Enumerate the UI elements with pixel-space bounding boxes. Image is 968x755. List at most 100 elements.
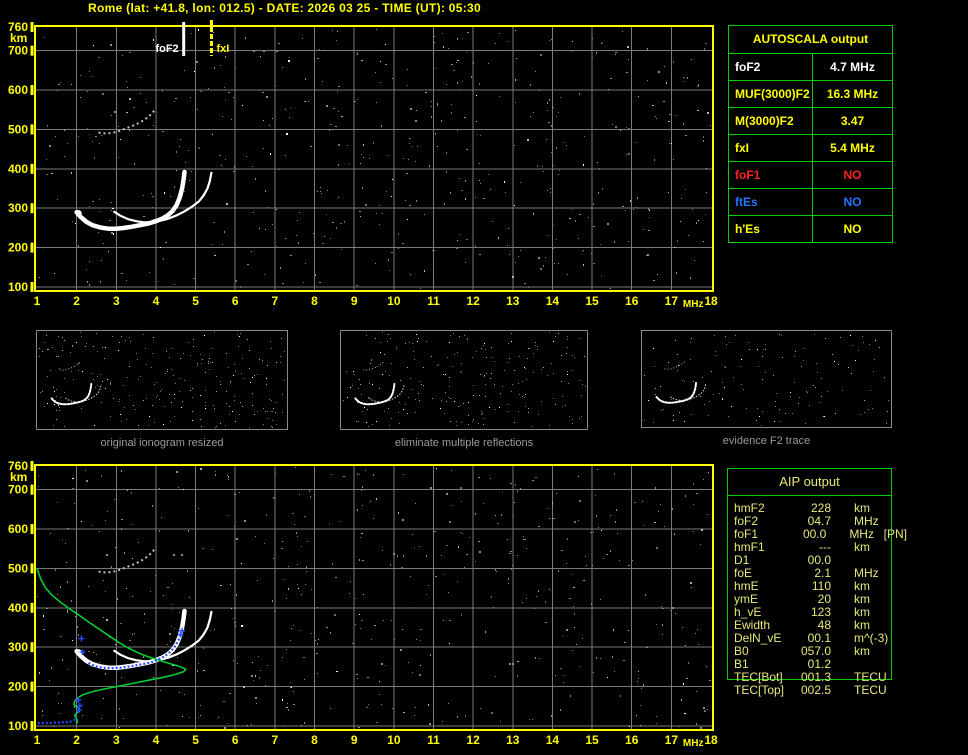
x-tick-label: 10	[387, 294, 401, 308]
autoscala-app-window: Rome (lat: +41.8, lon: 012.5) - DATE: 20…	[0, 0, 968, 755]
thumbnail-original-ionogram: original ionogram resized	[36, 330, 288, 449]
y-tick-label: 700	[8, 44, 28, 58]
parameter-label: MUF(3000)F2	[735, 87, 810, 101]
x-axis-unit-label: MHz	[683, 738, 704, 749]
y-tick-label: 100	[8, 719, 28, 733]
autoscala-row-fof1: foF1 NO	[729, 162, 892, 189]
x-axis-unit-label: MHz	[683, 299, 704, 310]
y-tick-label: 700	[8, 483, 28, 497]
thumbnail-caption: original ionogram resized	[100, 437, 224, 449]
y-tick-label: 500	[8, 122, 28, 136]
x-tick-label: 1	[34, 294, 41, 308]
x-tick-label: 3	[113, 294, 120, 308]
thumbnail-evidence-f2: evidence F2 trace	[641, 330, 892, 447]
autoscala-row-fxi: fxI 5.4 MHz	[729, 135, 892, 162]
x-tick-label: 18	[704, 733, 718, 747]
aip-unit: km	[854, 644, 870, 658]
plot-border	[34, 464, 714, 731]
parameter-label: fxI	[735, 141, 750, 155]
axis-labels: 760700600500400300200100km1 2 3 4 5 6 7 8 9 10 11 1…	[8, 459, 718, 749]
x-tick-label: 13	[506, 733, 520, 747]
x-tick-label: 14	[546, 294, 560, 308]
x-tick-label: 13	[506, 294, 520, 308]
autoscala-row-fof2: foF2 4.7 MHz	[729, 54, 892, 81]
plot-border	[34, 25, 714, 292]
parameter-value: 3.47	[812, 108, 892, 134]
axis-labels: 760700600500400300200100km1 2 3 4 5 6 7 8 9 10 11 1…	[8, 20, 718, 310]
x-tick-label: 12	[466, 733, 480, 747]
autoscala-row-hes: h'Es NO	[729, 216, 892, 242]
x-tick-label: 8	[311, 733, 318, 747]
x-tick-label: 15	[585, 294, 599, 308]
x-tick-label: 10	[387, 733, 401, 747]
thumbnail-caption: evidence F2 trace	[722, 435, 811, 447]
autoscala-row-m3000f2: M(3000)F2 3.47	[729, 108, 892, 135]
autoscala-table-rows: foF2 4.7 MHz MUF(3000)F2 16.3 MHz M(3000)F2 3…	[729, 54, 892, 242]
foF2-marker-label: foF2	[155, 43, 178, 55]
parameter-value: NO	[812, 189, 892, 215]
x-tick-label: 7	[272, 733, 279, 747]
x-tick-label: 16	[625, 733, 639, 747]
x-tick-label: 1	[34, 733, 41, 747]
y-tick-label: 200	[8, 680, 28, 694]
autoscala-output-table: AUTOSCALA output foF2 4.7 MHz MUF(3000)F2 1…	[728, 25, 893, 243]
thumbnail-eliminate-reflections: eliminate multiple reflections	[340, 330, 588, 449]
ionogram-top-plot: 760700600500400300200100km1 2 3 4 5 6 7 8 9 10 11 1…	[8, 20, 718, 310]
y-tick-label: 500	[8, 561, 28, 575]
x-tick-label: 16	[625, 294, 639, 308]
x-tick-label: 9	[351, 733, 358, 747]
aip-value: 002.5	[800, 683, 831, 697]
autoscala-row-ftes: ftEs NO	[729, 189, 892, 216]
x-tick-label: 17	[665, 733, 679, 747]
x-tick-label: 5	[192, 294, 199, 308]
thumbnail-border	[36, 330, 288, 430]
parameter-value: 4.7 MHz	[812, 54, 892, 80]
parameter-label: foF1	[735, 168, 761, 182]
parameter-label: h'Es	[735, 222, 760, 236]
y-tick-label: 600	[8, 83, 28, 97]
x-tick-label: 17	[665, 294, 679, 308]
plot-grid	[36, 466, 712, 729]
y-tick-label: 100	[8, 280, 28, 294]
aip-row-tectop: TEC[Top] 002.5 TECU	[727, 684, 907, 697]
parameter-label: M(3000)F2	[735, 114, 794, 128]
parameter-label: foF2	[735, 60, 761, 74]
aip-table-title: AIP output	[728, 469, 891, 496]
x-tick-label: 4	[153, 733, 160, 747]
ionogram-bottom-plot: 760700600500400300200100km1 2 3 4 5 6 7 8 9 10 11 1…	[8, 459, 718, 749]
thumbnail-evidence-f2-image	[641, 330, 892, 428]
plot-grid	[36, 27, 712, 290]
y-tick-label: 300	[8, 201, 28, 215]
y-tick-label: 600	[8, 522, 28, 536]
parameter-value: 5.4 MHz	[812, 135, 892, 161]
restored-trace-blue	[37, 627, 186, 725]
aip-unit: km	[854, 540, 870, 554]
x-tick-label: 6	[232, 733, 239, 747]
parameter-label: ftEs	[735, 195, 758, 209]
page-title: Rome (lat: +41.8, lon: 012.5) - DATE: 20…	[88, 1, 481, 15]
x-tick-label: 5	[192, 733, 199, 747]
parameter-value: 16.3 MHz	[812, 81, 892, 107]
thumbnail-original-ionogram-image	[36, 330, 288, 430]
autoscala-table-title: AUTOSCALA output	[729, 26, 892, 54]
y-tick-label: 400	[8, 162, 28, 176]
fxI-marker-label: fxI	[216, 43, 229, 55]
x-tick-label: 9	[351, 294, 358, 308]
x-tick-label: 2	[73, 294, 80, 308]
y-axis-unit-label: km	[10, 31, 27, 45]
x-tick-label: 12	[466, 294, 480, 308]
x-tick-label: 4	[153, 294, 160, 308]
noise-dots	[37, 467, 711, 729]
aip-unit: TECU	[854, 683, 887, 697]
y-axis-unit-label: km	[10, 470, 27, 484]
x-tick-label: 7	[272, 294, 279, 308]
aip-extra: [PN]	[883, 527, 908, 541]
x-tick-label: 8	[311, 294, 318, 308]
parameter-value: NO	[812, 216, 892, 242]
autoscala-row-muf3000f2: MUF(3000)F2 16.3 MHz	[729, 81, 892, 108]
electron-density-profile	[36, 568, 187, 725]
thumbnail-eliminate-reflections-image	[340, 330, 588, 430]
aip-label: TEC[Top]	[734, 683, 785, 697]
thumbnail-border	[340, 330, 588, 430]
parameter-value: NO	[812, 162, 892, 188]
